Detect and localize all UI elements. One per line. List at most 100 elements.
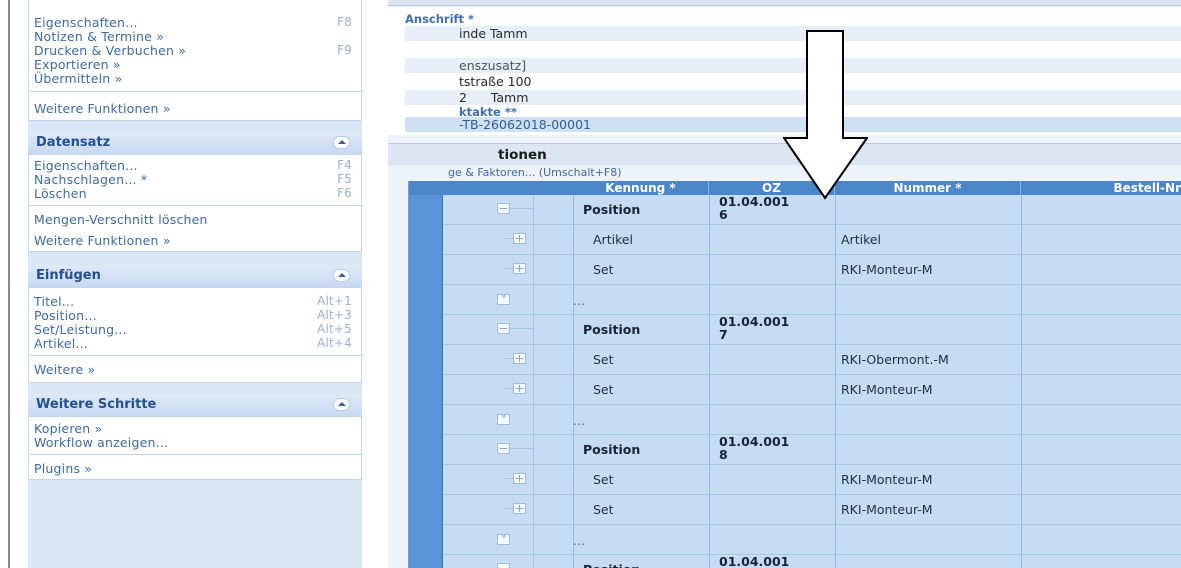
group-header-weitere-schritte[interactable]: Weitere Schritte bbox=[28, 394, 362, 416]
more-rows-icon[interactable] bbox=[497, 412, 510, 425]
menu-uebermitteln[interactable]: Übermitteln » bbox=[34, 71, 352, 86]
cell-nummer: RKI-Monteur-M bbox=[841, 382, 933, 397]
menu-weitere-funktionen[interactable]: Weitere Funktionen » bbox=[34, 101, 352, 116]
expand-toggle-icon[interactable] bbox=[513, 503, 526, 514]
address-text: enszusatz] bbox=[459, 58, 527, 73]
menu-titel[interactable]: Titel... Alt+1 bbox=[34, 294, 352, 309]
collapse-toggle-icon[interactable] bbox=[497, 563, 510, 568]
menu-nachschlagen[interactable]: Nachschlagen... * F5 bbox=[34, 172, 352, 187]
menu-exportieren[interactable]: Exportieren » bbox=[34, 57, 352, 72]
table-row[interactable]: Set RKI-Monteur-M bbox=[443, 375, 1181, 405]
item-label: Titel... bbox=[34, 294, 75, 309]
collapse-icon[interactable] bbox=[333, 136, 350, 149]
menu-weitere-funktionen-datensatz[interactable]: Weitere Funktionen » bbox=[34, 233, 352, 248]
menu-set-leistung[interactable]: Set/Leistung... Alt+5 bbox=[34, 322, 352, 337]
tree-line bbox=[505, 238, 513, 239]
column-header-kennung[interactable]: Kennung * bbox=[573, 181, 709, 195]
menu-plugins[interactable]: Plugins » bbox=[34, 461, 352, 476]
table-row[interactable]: Set RKI-Obermont.-M bbox=[443, 345, 1181, 375]
menu-eigenschaften[interactable]: Eigenschaften... F8 bbox=[34, 15, 352, 30]
cell-oz: 01.04.001 7 bbox=[719, 315, 790, 342]
menu-weitere[interactable]: Weitere » bbox=[34, 362, 352, 377]
tree-line bbox=[533, 495, 534, 525]
cell-nummer: RKI-Monteur-M bbox=[841, 472, 933, 487]
task-pane: Eigenschaften... F8 Notizen & Termine » … bbox=[0, 0, 364, 568]
zuschlaege-faktoren-link[interactable]: ge & Faktoren... (Umschalt+F8) bbox=[400, 166, 622, 179]
cell-nummer bbox=[841, 435, 1021, 465]
shortcut-key: F4 bbox=[337, 158, 352, 172]
expand-toggle-icon[interactable] bbox=[513, 353, 526, 364]
table-row[interactable]: Set RKI-Monteur-M bbox=[443, 465, 1181, 495]
item-label: Exportieren » bbox=[34, 57, 121, 72]
menu-mengen-verschnitt-loeschen[interactable]: Mengen-Verschnitt löschen bbox=[34, 212, 352, 227]
menu-notizen-termine[interactable]: Notizen & Termine » bbox=[34, 29, 352, 44]
cell-nummer bbox=[841, 405, 1021, 435]
table-row[interactable]: ... bbox=[443, 525, 1181, 555]
address-text: tstraße 100 bbox=[459, 74, 532, 89]
collapse-toggle-icon[interactable] bbox=[497, 443, 510, 454]
menu-loeschen[interactable]: Löschen F6 bbox=[34, 186, 352, 201]
item-label: Artikel... bbox=[34, 336, 88, 351]
tree-line bbox=[533, 315, 534, 345]
cell-kennung: ... bbox=[573, 293, 585, 308]
group-title: Weitere Schritte bbox=[36, 397, 157, 412]
more-rows-icon[interactable] bbox=[497, 532, 510, 545]
table-row[interactable]: Set RKI-Monteur-M bbox=[443, 255, 1181, 285]
cell-oz: 01.04.001 8 bbox=[719, 435, 790, 462]
menu-position[interactable]: Position... Alt+3 bbox=[34, 308, 352, 323]
table-row[interactable]: Position 01.04.001 7 bbox=[443, 315, 1181, 345]
more-rows-icon[interactable] bbox=[497, 292, 510, 305]
item-label: Workflow anzeigen... bbox=[34, 435, 169, 450]
item-label: Weitere » bbox=[34, 362, 96, 377]
task-pane-groups: Eigenschaften... F8 Notizen & Termine » … bbox=[28, 0, 363, 568]
tree-line bbox=[510, 448, 533, 449]
group-einfuegen: Titel... Alt+1 Position... Alt+3 Set/Lei… bbox=[28, 287, 363, 383]
tree-line bbox=[533, 345, 534, 375]
table-row[interactable]: ... bbox=[443, 285, 1181, 315]
collapse-toggle-icon[interactable] bbox=[497, 203, 510, 214]
grid-column-line bbox=[709, 195, 710, 568]
cell-oz bbox=[719, 285, 839, 315]
table-row[interactable]: ... bbox=[443, 405, 1181, 435]
menu-drucken-verbuchen[interactable]: Drucken & Verbuchen » F9 bbox=[34, 43, 352, 58]
table-row[interactable]: Set RKI-Monteur-M bbox=[443, 495, 1181, 525]
item-label: Position... bbox=[34, 308, 97, 323]
tree-line bbox=[533, 375, 534, 405]
menu-workflow-anzeigen[interactable]: Workflow anzeigen... bbox=[34, 435, 352, 450]
expand-toggle-icon[interactable] bbox=[513, 263, 526, 274]
menu-kopieren[interactable]: Kopieren » bbox=[34, 421, 352, 436]
shortcut-key: Alt+4 bbox=[317, 336, 352, 350]
divider bbox=[29, 454, 363, 455]
collapse-icon[interactable] bbox=[333, 398, 350, 411]
expand-toggle-icon[interactable] bbox=[513, 383, 526, 394]
expand-toggle-icon[interactable] bbox=[513, 233, 526, 244]
row-selector-column[interactable] bbox=[409, 195, 443, 568]
expand-toggle-icon[interactable] bbox=[513, 473, 526, 484]
item-label: Übermitteln » bbox=[34, 71, 123, 86]
menu-artikel[interactable]: Artikel... Alt+4 bbox=[34, 336, 352, 351]
item-label: Set/Leistung... bbox=[34, 322, 127, 337]
item-label: Eigenschaften... bbox=[34, 158, 138, 173]
address-text: inde Tamm bbox=[459, 26, 528, 41]
item-label: Plugins » bbox=[34, 461, 93, 476]
group-header-datensatz[interactable]: Datensatz bbox=[28, 132, 362, 154]
tree-line bbox=[533, 525, 534, 555]
tree-line bbox=[505, 388, 513, 389]
table-row[interactable]: Position 01.04.001 9 bbox=[443, 555, 1181, 568]
cell-kennung: Artikel bbox=[593, 232, 634, 247]
cell-oz bbox=[719, 375, 839, 405]
table-row[interactable]: Artikel Artikel bbox=[443, 225, 1181, 255]
tree-line bbox=[505, 508, 513, 509]
collapse-toggle-icon[interactable] bbox=[497, 323, 510, 334]
menu-eigenschaften-datensatz[interactable]: Eigenschaften... F4 bbox=[34, 158, 352, 173]
cell-kennung: ... bbox=[573, 533, 585, 548]
column-header-bestell-nr[interactable]: Bestell-Nr bbox=[1021, 181, 1181, 195]
cell-kennung: Position bbox=[583, 322, 641, 337]
collapse-icon[interactable] bbox=[333, 269, 350, 282]
group-header-einfuegen[interactable]: Einfügen bbox=[28, 265, 362, 287]
cell-nummer bbox=[841, 285, 1021, 315]
group-weitere-schritte: Kopieren » Workflow anzeigen... Plugins … bbox=[28, 416, 363, 480]
cell-nummer bbox=[841, 525, 1021, 555]
cell-oz: 01.04.001 9 bbox=[719, 555, 790, 568]
table-row[interactable]: Position 01.04.001 8 bbox=[443, 435, 1181, 465]
